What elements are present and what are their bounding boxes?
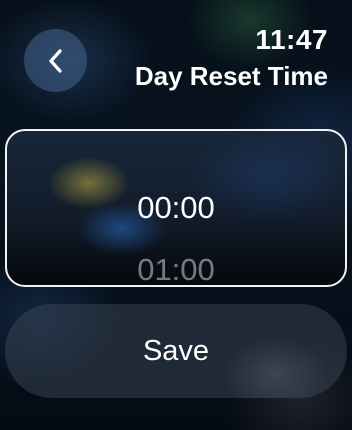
time-picker[interactable]: 00:00 01:00 [5, 129, 347, 287]
save-button-label: Save [142, 334, 210, 367]
page-title: Day Reset Time [134, 61, 328, 91]
picker-next-value[interactable]: 01:00 [7, 252, 345, 285]
clock-time: 11:47 [255, 24, 328, 55]
chevron-left-icon [47, 48, 65, 74]
watch-screen: 11:47 Day Reset Time 00:00 01:00 Save [0, 0, 352, 430]
back-button[interactable] [24, 29, 87, 92]
save-button[interactable]: Save [5, 304, 347, 398]
picker-selected-value[interactable]: 00:00 [7, 190, 345, 226]
